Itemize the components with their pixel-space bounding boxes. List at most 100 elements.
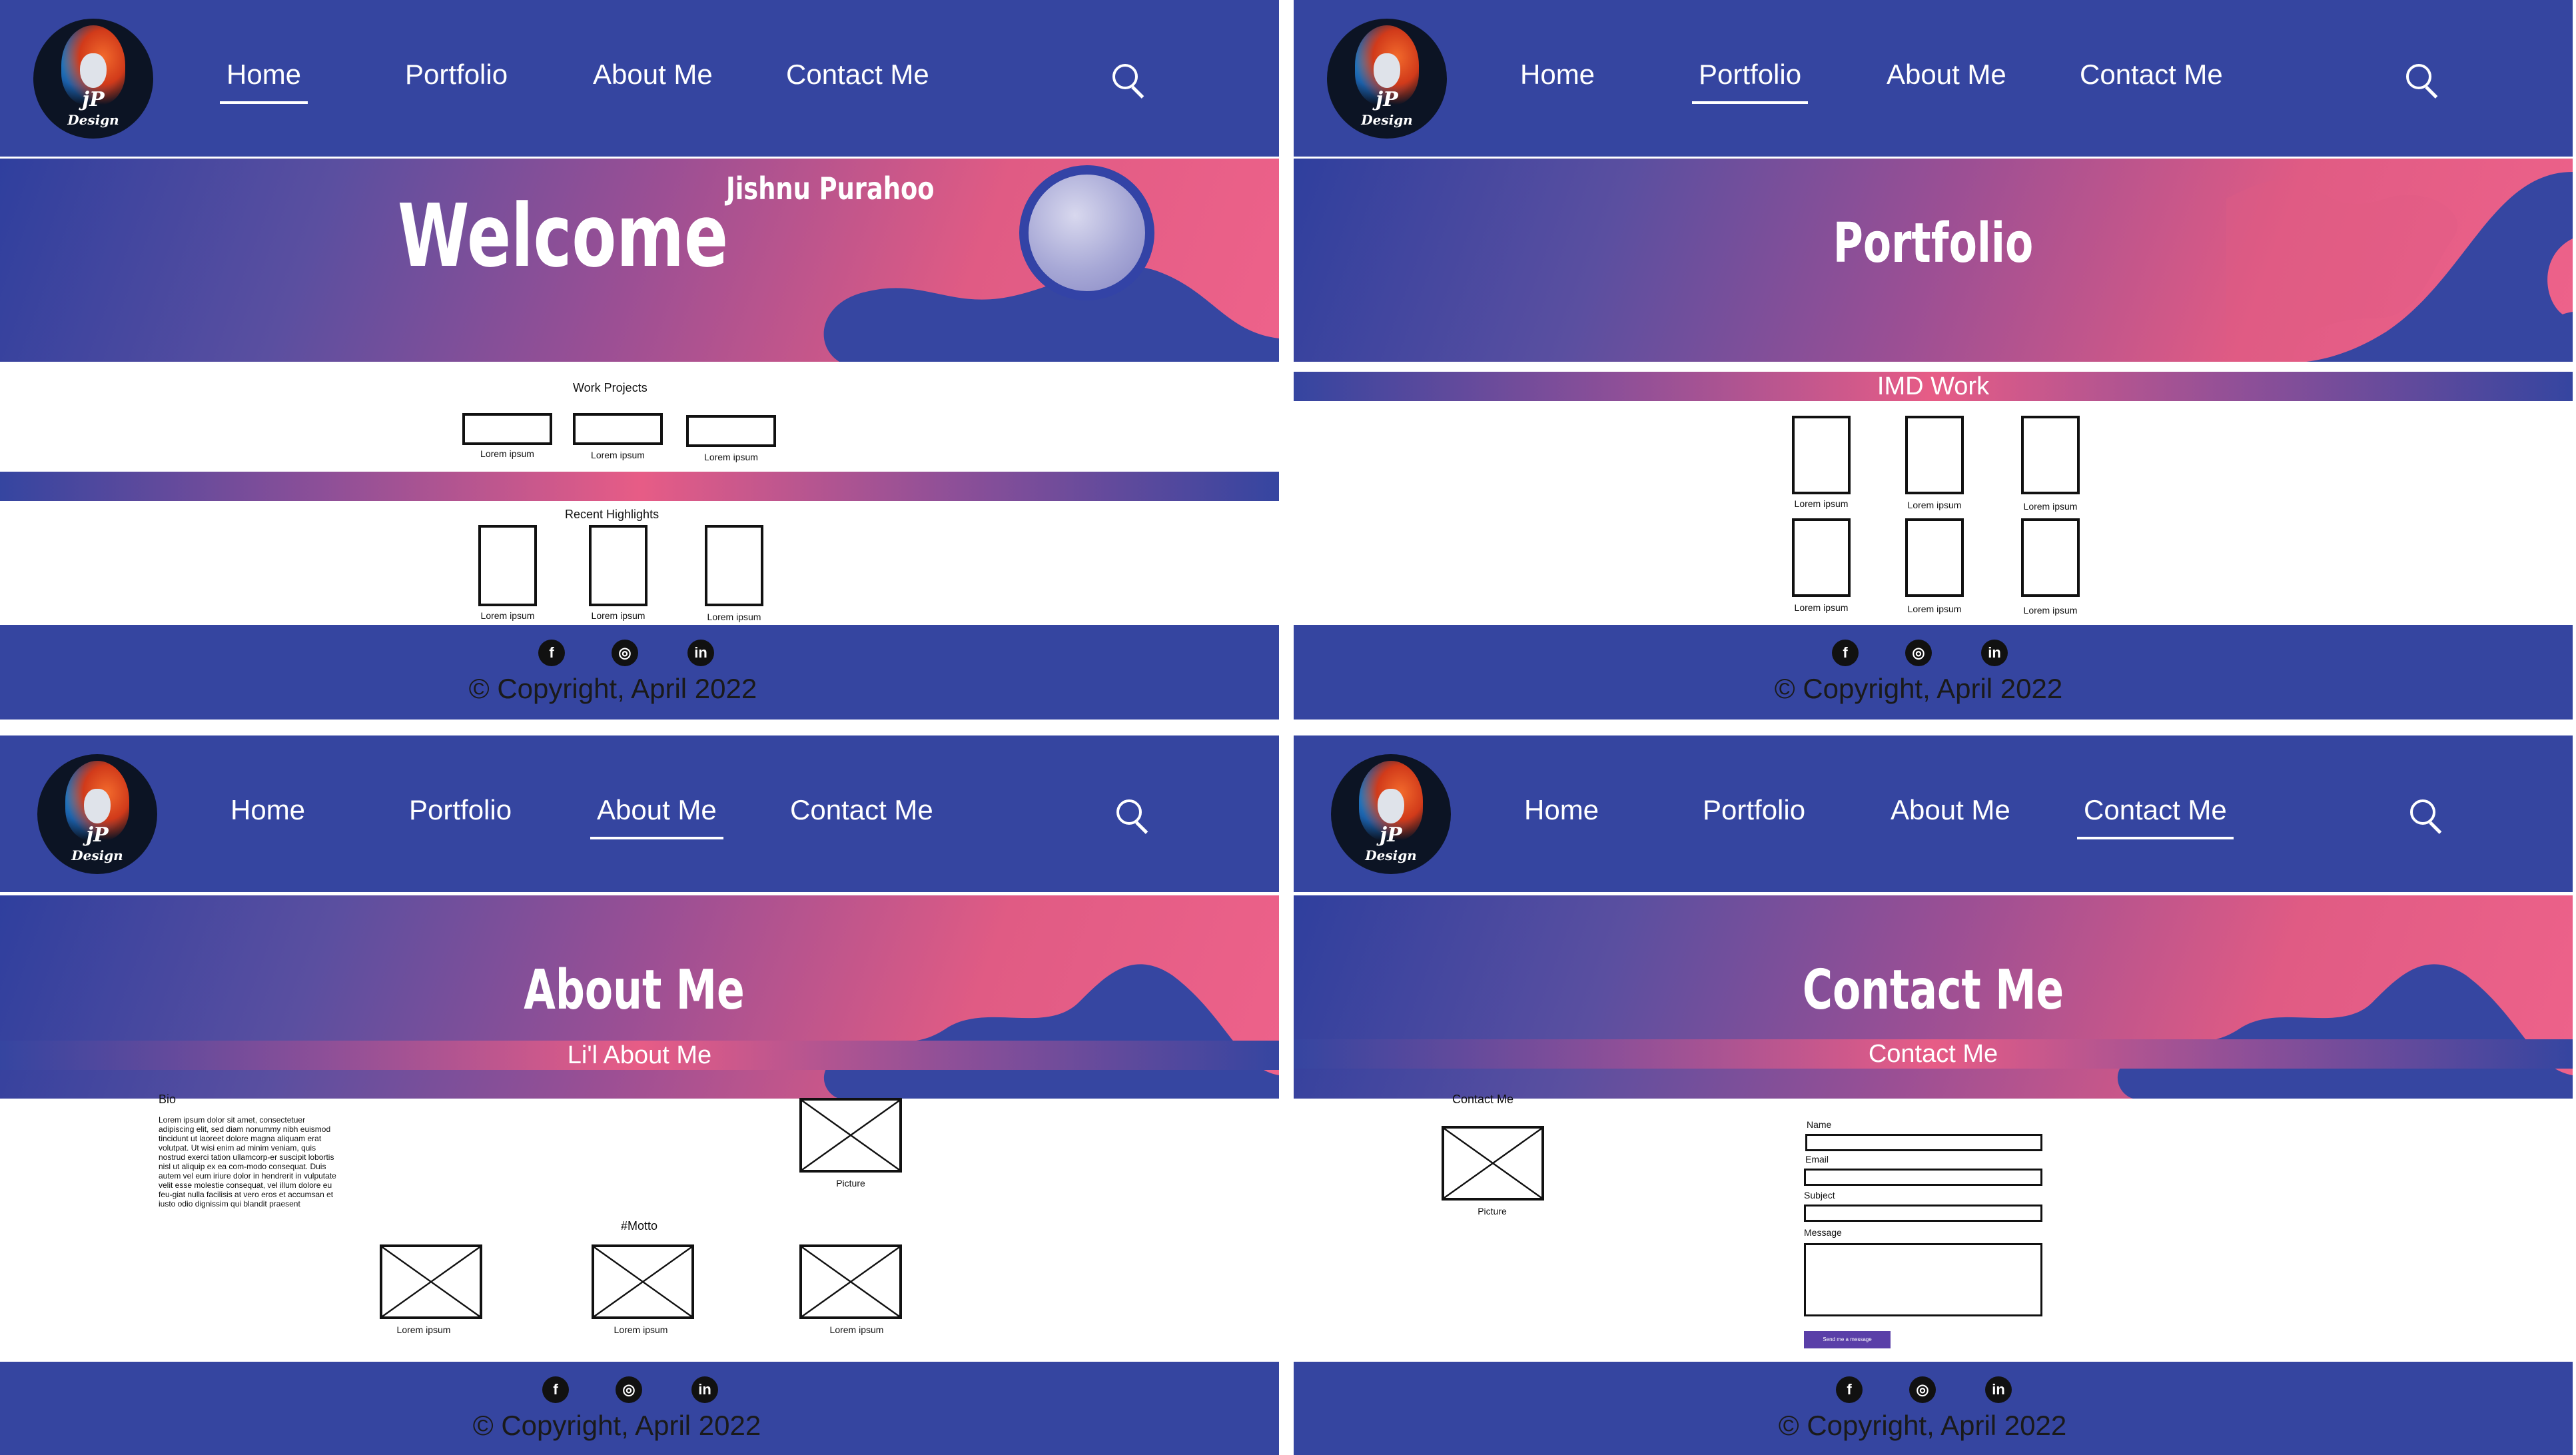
bio-text: Lorem ipsum dolor sit amet, consectetuer…: [159, 1115, 336, 1209]
name-input[interactable]: [1805, 1134, 2042, 1151]
gallery-image-placeholder: [799, 1244, 902, 1319]
hero-banner: Welcome Jishnu Purahoo: [0, 159, 1279, 362]
subject-input[interactable]: [1804, 1205, 2042, 1222]
subject-label: Subject: [1804, 1190, 1835, 1201]
message-textarea[interactable]: [1804, 1243, 2042, 1316]
portfolio-card[interactable]: [1905, 416, 1964, 494]
nav-home[interactable]: Home: [1524, 794, 1599, 826]
portfolio-card[interactable]: [2021, 518, 2080, 597]
gallery-label: Lorem ipsum: [829, 1324, 884, 1335]
search-icon[interactable]: [1116, 799, 1142, 825]
linkedin-icon[interactable]: in: [1985, 1376, 2012, 1403]
logo-initials: jP: [1376, 88, 1398, 111]
work-project-label: Lorem ipsum: [704, 452, 758, 462]
nav-portfolio[interactable]: Portfolio: [409, 794, 512, 826]
work-project-label: Lorem ipsum: [591, 450, 645, 460]
nav-about-me[interactable]: About Me: [1887, 59, 2006, 91]
search-icon[interactable]: [1112, 64, 1138, 89]
lion-face-graphic: [1374, 53, 1400, 88]
about-page-mockup: jP Design Home Portfolio About Me Contac…: [0, 735, 1279, 1455]
copyright-text: © Copyright, April 2022: [1774, 673, 2063, 704]
site-header: jP Design Home Portfolio About Me Contac…: [0, 735, 1279, 892]
motto-text: #Motto: [621, 1219, 658, 1232]
picture-placeholder: [799, 1098, 902, 1173]
site-footer: f ◎ in © Copyright, April 2022: [0, 625, 1279, 720]
nav-contact-me[interactable]: Contact Me: [2080, 59, 2223, 91]
linkedin-icon[interactable]: in: [687, 640, 714, 666]
name-label: Name: [1807, 1119, 1832, 1130]
lion-face-graphic: [1378, 789, 1404, 823]
portfolio-label: Lorem ipsum: [2023, 501, 2078, 512]
facebook-icon[interactable]: f: [542, 1376, 569, 1403]
section-divider: [0, 472, 1279, 501]
lil-about-me-band: Li'l About Me: [0, 1041, 1279, 1070]
nav-contact-me[interactable]: Contact Me: [790, 794, 933, 826]
logo-initials: jP: [82, 88, 105, 111]
nav-home[interactable]: Home: [230, 794, 305, 826]
message-label: Message: [1804, 1227, 1842, 1238]
nav-about-me[interactable]: About Me: [590, 794, 723, 839]
work-project-card[interactable]: [573, 413, 663, 445]
logo-word: Design: [71, 847, 123, 863]
facebook-icon[interactable]: f: [1832, 640, 1859, 666]
facebook-icon[interactable]: f: [538, 640, 565, 666]
nav-about-me[interactable]: About Me: [593, 59, 713, 91]
linkedin-icon[interactable]: in: [691, 1376, 718, 1403]
imd-work-band: IMD Work: [1294, 372, 2573, 401]
work-projects-title: Work Projects: [573, 381, 647, 394]
home-page-mockup: jP Design Home Portfolio About Me Contac…: [0, 0, 1279, 720]
site-footer: f ◎ in © Copyright, April 2022: [0, 1362, 1279, 1455]
nav-portfolio[interactable]: Portfolio: [1691, 59, 1809, 104]
highlight-label: Lorem ipsum: [591, 610, 645, 621]
work-project-label: Lorem ipsum: [480, 448, 534, 459]
instagram-icon[interactable]: ◎: [612, 640, 638, 666]
nav-portfolio[interactable]: Portfolio: [1703, 794, 1805, 826]
jp-design-logo[interactable]: jP Design: [37, 754, 157, 874]
work-project-card[interactable]: [462, 413, 552, 445]
site-footer: f ◎ in © Copyright, April 2022: [1294, 625, 2573, 720]
highlight-card[interactable]: [705, 525, 763, 606]
picture-label: Picture: [1478, 1206, 1507, 1216]
jp-design-logo[interactable]: jP Design: [1331, 754, 1451, 874]
email-input[interactable]: [1804, 1169, 2042, 1186]
portfolio-label: Lorem ipsum: [1794, 602, 1849, 613]
site-footer: f ◎ in © Copyright, April 2022: [1294, 1362, 2573, 1455]
portfolio-label: Lorem ipsum: [2023, 605, 2078, 616]
hero-title: Portfolio: [1833, 212, 2034, 275]
portfolio-page-mockup: jP Design Home Portfolio About Me Contac…: [1294, 0, 2573, 720]
highlight-label: Lorem ipsum: [480, 610, 535, 621]
linkedin-icon[interactable]: in: [1981, 640, 2008, 666]
portfolio-card[interactable]: [1792, 416, 1851, 494]
instagram-icon[interactable]: ◎: [1909, 1376, 1936, 1403]
portfolio-card[interactable]: [1792, 518, 1851, 597]
site-header: jP Design Home Portfolio About Me Contac…: [1294, 0, 2573, 157]
nav-home[interactable]: Home: [219, 59, 308, 104]
jp-design-logo[interactable]: jP Design: [33, 19, 153, 139]
nav-about-me[interactable]: About Me: [1891, 794, 2010, 826]
highlight-card[interactable]: [478, 525, 537, 606]
work-project-card[interactable]: [686, 415, 776, 447]
search-icon[interactable]: [2410, 799, 2435, 825]
bio-title: Bio: [159, 1093, 177, 1106]
email-label: Email: [1805, 1154, 1829, 1165]
highlight-card[interactable]: [589, 525, 647, 606]
nav-home[interactable]: Home: [1520, 59, 1595, 91]
nav-contact-me[interactable]: Contact Me: [786, 59, 929, 91]
search-icon[interactable]: [2406, 64, 2431, 89]
gallery-image-placeholder: [380, 1244, 482, 1319]
nav-portfolio[interactable]: Portfolio: [405, 59, 508, 91]
portfolio-label: Lorem ipsum: [1907, 604, 1962, 614]
nav-contact-me[interactable]: Contact Me: [2077, 794, 2234, 839]
send-message-button[interactable]: Send me a message: [1804, 1331, 1891, 1348]
instagram-icon[interactable]: ◎: [616, 1376, 642, 1403]
jp-design-logo[interactable]: jP Design: [1327, 19, 1447, 139]
profile-picture-circle: [1019, 165, 1154, 300]
picture-placeholder: [1442, 1126, 1544, 1201]
facebook-icon[interactable]: f: [1836, 1376, 1863, 1403]
portfolio-card[interactable]: [1905, 518, 1964, 597]
portfolio-card[interactable]: [2021, 416, 2080, 494]
portfolio-label: Lorem ipsum: [1907, 500, 1962, 510]
instagram-icon[interactable]: ◎: [1905, 640, 1932, 666]
logo-initials: jP: [86, 823, 109, 847]
logo-word: Design: [1361, 112, 1413, 128]
